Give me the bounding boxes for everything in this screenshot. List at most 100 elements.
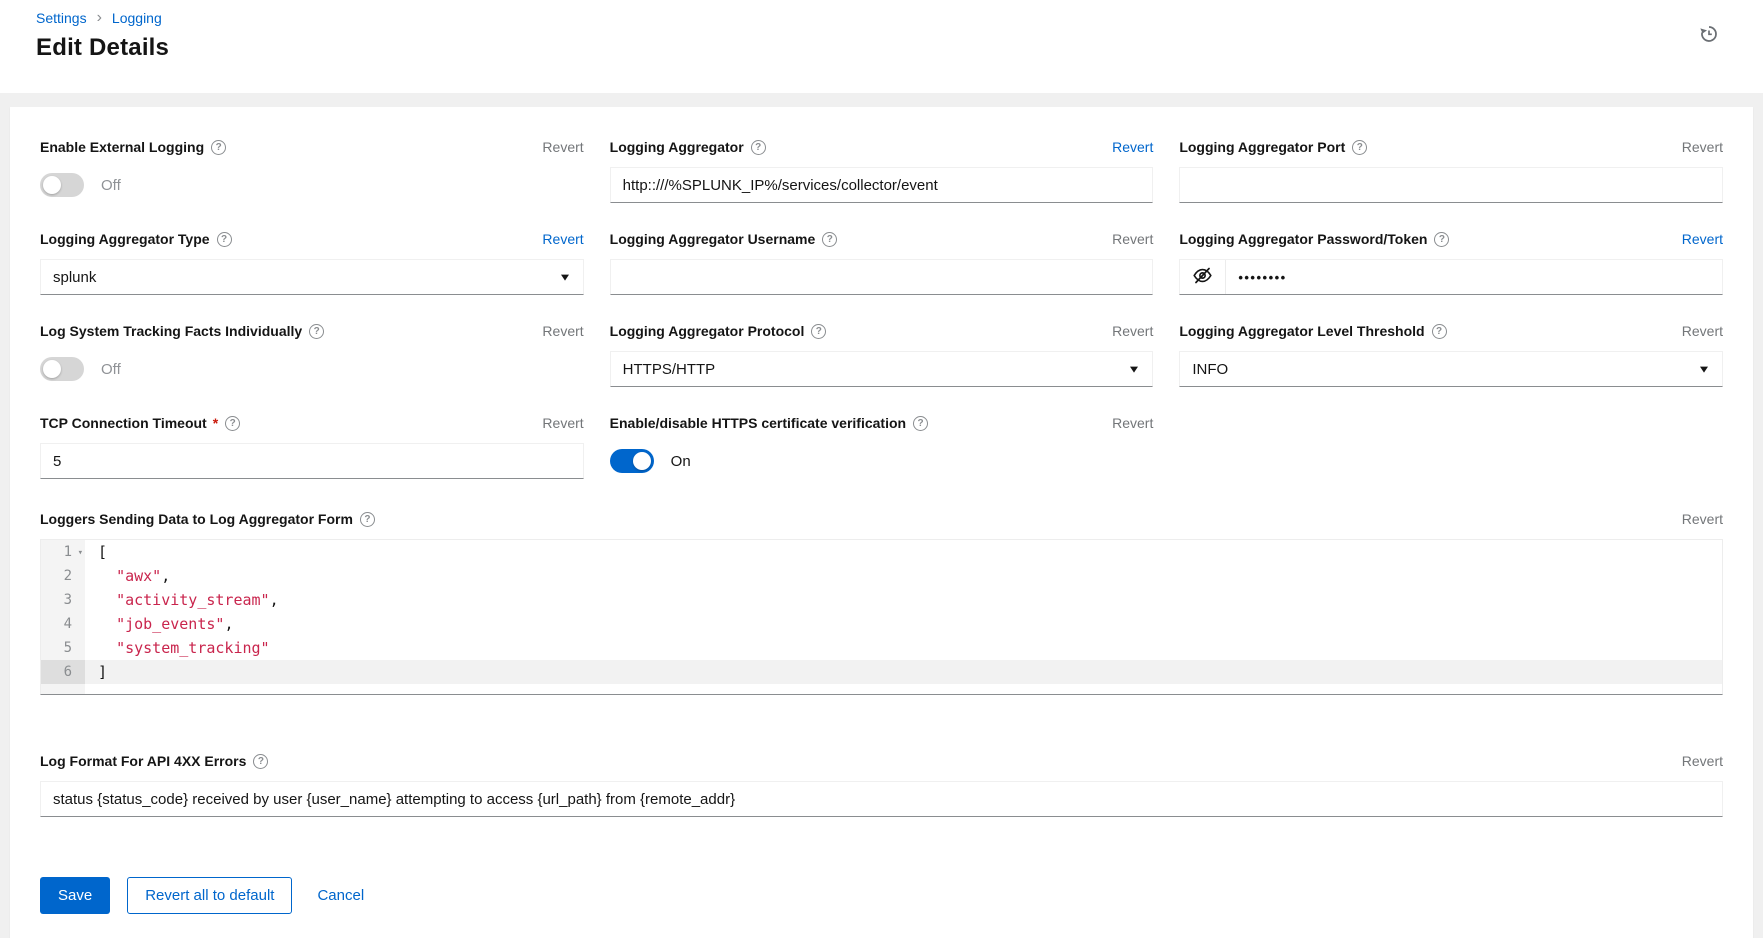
code-line-content: "activity_stream",	[85, 588, 1722, 612]
code-line: 2 "awx",	[41, 564, 1722, 588]
log-format-4xx-input[interactable]	[40, 781, 1723, 817]
logging-aggregator-username-input[interactable]	[610, 259, 1154, 295]
code-line: 4 "job_events",	[41, 612, 1722, 636]
show-password-button[interactable]	[1180, 260, 1226, 294]
line-number: 1▾	[41, 540, 85, 564]
field-loggers-form: Loggers Sending Data to Log Aggregator F…	[40, 509, 1723, 695]
toggle-knob	[43, 360, 61, 378]
grid-spacer	[1179, 413, 1723, 479]
fold-caret-icon[interactable]: ▾	[78, 541, 83, 565]
password-value[interactable]: ••••••••	[1226, 260, 1722, 294]
field-enable-external-logging: Enable External Logging Revert Off	[40, 137, 584, 203]
revert-button[interactable]: Revert	[1682, 231, 1723, 247]
revert-button: Revert	[1112, 415, 1153, 431]
field-label: Loggers Sending Data to Log Aggregator F…	[40, 511, 375, 527]
code-editor-footer	[41, 684, 1722, 694]
save-button[interactable]: Save	[40, 877, 110, 914]
eye-slash-icon	[1192, 265, 1213, 289]
help-icon[interactable]	[217, 232, 232, 247]
code-line-content: "awx",	[85, 564, 1722, 588]
field-label: Enable/disable HTTPS certificate verific…	[610, 415, 928, 431]
revert-button: Revert	[1112, 231, 1153, 247]
code-line: 5 "system_tracking"	[41, 636, 1722, 660]
code-line-content: "job_events",	[85, 612, 1722, 636]
breadcrumb: Settings Logging	[36, 10, 1723, 26]
loggers-code-editor[interactable]: 1▾[2 "awx",3 "activity_stream",4 "job_ev…	[40, 539, 1723, 695]
enable-external-logging-toggle[interactable]	[40, 173, 84, 197]
chevron-down-icon	[1700, 367, 1708, 373]
help-icon[interactable]	[913, 416, 928, 431]
revert-button: Revert	[1682, 753, 1723, 769]
revert-all-button[interactable]: Revert all to default	[127, 877, 292, 914]
field-label: Logging Aggregator Username	[610, 231, 838, 247]
field-logging-aggregator-password: Logging Aggregator Password/Token Revert	[1179, 229, 1723, 295]
help-icon[interactable]	[811, 324, 826, 339]
logging-aggregator-input[interactable]	[610, 167, 1154, 203]
revert-button: Revert	[542, 139, 583, 155]
revert-button: Revert	[1112, 323, 1153, 339]
form-actions: Save Revert all to default Cancel	[40, 877, 1723, 914]
toggle-state-label: Off	[101, 177, 121, 194]
tcp-connection-timeout-input[interactable]	[40, 443, 584, 479]
revert-button: Revert	[1682, 139, 1723, 155]
logging-aggregator-level-select[interactable]: INFO	[1179, 351, 1723, 387]
chevron-down-icon	[1130, 367, 1138, 373]
edit-details-card: Enable External Logging Revert Off Loggi…	[10, 107, 1753, 938]
code-line-content: [	[85, 540, 1722, 564]
field-label: Logging Aggregator	[610, 139, 766, 155]
code-line-content: ]	[85, 660, 1722, 684]
https-cert-verification-toggle[interactable]	[610, 449, 654, 473]
line-number: 6	[41, 660, 85, 684]
line-number: 2	[41, 564, 85, 588]
field-label: Logging Aggregator Port	[1179, 139, 1367, 155]
help-icon[interactable]	[309, 324, 324, 339]
help-icon[interactable]	[751, 140, 766, 155]
help-icon[interactable]	[360, 512, 375, 527]
help-icon[interactable]	[211, 140, 226, 155]
breadcrumb-settings-link[interactable]: Settings	[36, 10, 87, 26]
help-icon[interactable]	[253, 754, 268, 769]
help-icon[interactable]	[225, 416, 240, 431]
help-icon[interactable]	[1434, 232, 1449, 247]
logging-aggregator-protocol-select[interactable]: HTTPS/HTTP	[610, 351, 1154, 387]
toggle-knob	[43, 176, 61, 194]
field-logging-aggregator-level: Logging Aggregator Level Threshold Rever…	[1179, 321, 1723, 387]
code-line: 3 "activity_stream",	[41, 588, 1722, 612]
code-editor-lines: 1▾[2 "awx",3 "activity_stream",4 "job_ev…	[41, 540, 1722, 684]
revert-button[interactable]: Revert	[1112, 139, 1153, 155]
cancel-button[interactable]: Cancel	[309, 877, 372, 914]
revert-button: Revert	[542, 415, 583, 431]
breadcrumb-separator-icon	[97, 10, 102, 26]
history-button[interactable]	[1697, 22, 1721, 49]
code-line-content: "system_tracking"	[85, 636, 1722, 660]
revert-button: Revert	[1682, 323, 1723, 339]
revert-button: Revert	[1682, 511, 1723, 527]
field-label: Log System Tracking Facts Individually	[40, 323, 324, 339]
revert-button: Revert	[542, 323, 583, 339]
breadcrumb-logging-link[interactable]: Logging	[112, 10, 162, 26]
logging-aggregator-type-select[interactable]: splunk	[40, 259, 584, 295]
field-logging-aggregator-username: Logging Aggregator Username Revert	[610, 229, 1154, 295]
log-system-tracking-toggle[interactable]	[40, 357, 84, 381]
help-icon[interactable]	[1432, 324, 1447, 339]
field-logging-aggregator-port: Logging Aggregator Port Revert	[1179, 137, 1723, 203]
line-number: 5	[41, 636, 85, 660]
toggle-state-label: Off	[101, 361, 121, 378]
field-label: Logging Aggregator Password/Token	[1179, 231, 1449, 247]
revert-button[interactable]: Revert	[542, 231, 583, 247]
toggle-knob	[633, 452, 651, 470]
field-label: Log Format For API 4XX Errors	[40, 753, 268, 769]
help-icon[interactable]	[822, 232, 837, 247]
line-number: 3	[41, 588, 85, 612]
select-value: splunk	[40, 259, 584, 295]
field-logging-aggregator-type: Logging Aggregator Type Revert splunk	[40, 229, 584, 295]
history-icon	[1699, 32, 1719, 47]
page-title: Edit Details	[36, 34, 1723, 62]
field-label: Logging Aggregator Protocol	[610, 323, 827, 339]
field-label: Enable External Logging	[40, 139, 226, 155]
help-icon[interactable]	[1352, 140, 1367, 155]
logging-aggregator-port-input[interactable]	[1179, 167, 1723, 203]
field-label: TCP Connection Timeout *	[40, 415, 240, 431]
toggle-state-label: On	[671, 453, 691, 470]
chevron-down-icon	[561, 275, 569, 281]
